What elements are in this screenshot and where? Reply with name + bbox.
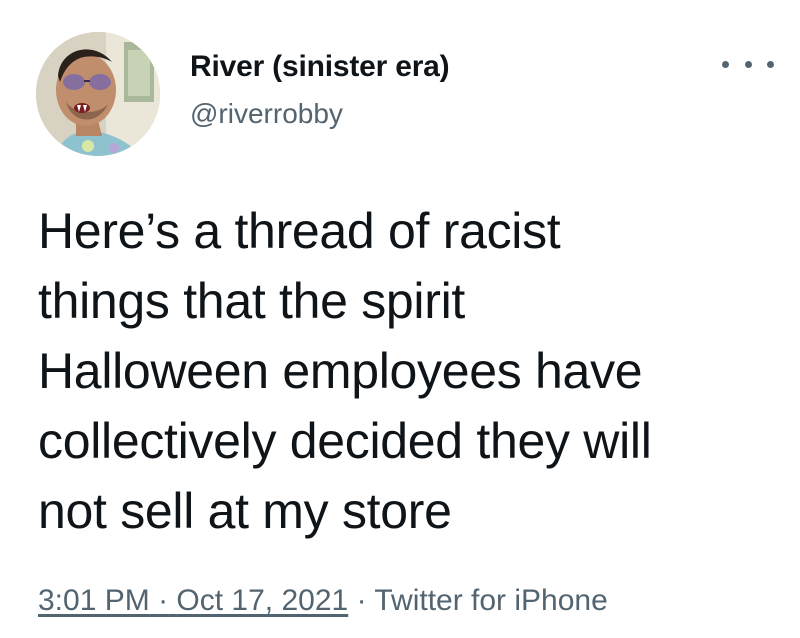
meta-separator: · — [158, 584, 169, 617]
tweet-source[interactable]: Twitter for iPhone — [374, 584, 607, 617]
more-horizontal-icon-dot — [767, 60, 774, 68]
tweet-time: 3:01 PM — [38, 584, 150, 617]
tweet-date: Oct 17, 2021 — [176, 584, 349, 617]
more-horizontal-icon-dot — [744, 60, 752, 68]
more-options-button[interactable] — [722, 50, 774, 78]
tweet-timestamp-link[interactable]: 3:01 PM · Oct 17, 2021 — [38, 584, 348, 617]
avatar[interactable] — [36, 32, 160, 156]
more-horizontal-icon — [722, 60, 729, 68]
tweet-meta: 3:01 PM · Oct 17, 2021 · Twitter for iPh… — [38, 584, 608, 618]
avatar-image — [36, 32, 160, 156]
meta-separator: · — [356, 584, 367, 617]
author-display-name[interactable]: River (sinister era) — [190, 50, 450, 84]
tweet: River (sinister era) @riverrobby Here’s … — [0, 0, 800, 638]
author-handle[interactable]: @riverrobby — [190, 98, 343, 130]
tweet-text: Here’s a thread of racist things that th… — [38, 203, 652, 539]
